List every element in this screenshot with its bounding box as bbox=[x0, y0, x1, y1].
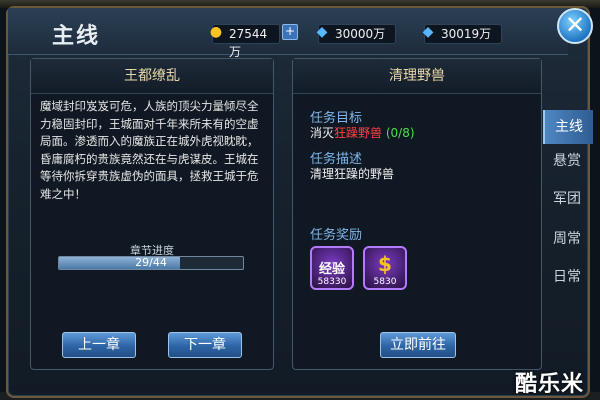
bound-diamond-value: 30000万 bbox=[335, 27, 386, 41]
objective-target: 狂躁野兽 bbox=[334, 126, 383, 140]
tab-weekly[interactable]: 周常 bbox=[543, 222, 591, 256]
chapter-story: 魔域封印岌岌可危，人族的顶尖力量倾尽全力稳固封印，王城面对千年来所未有的空虚局面… bbox=[40, 99, 259, 201]
chapter-title: 王都缭乱 bbox=[31, 59, 273, 94]
tab-bounty[interactable]: 悬赏 bbox=[543, 144, 591, 178]
gold-resource: ● 27544万 bbox=[210, 24, 280, 59]
exp-icon: 经验 bbox=[318, 262, 345, 277]
objective-count: (0/8) bbox=[385, 126, 415, 140]
reward-exp-count: 58330 bbox=[317, 277, 347, 287]
objective-text: 消灭狂躁野兽 (0/8) bbox=[310, 124, 415, 141]
gold-coin-icon: ● bbox=[209, 24, 223, 40]
quest-panel: 清理野兽 bbox=[292, 58, 542, 370]
objective-prefix: 消灭 bbox=[310, 126, 335, 140]
gold-coin-icon: $ bbox=[378, 252, 392, 276]
prev-chapter-button[interactable]: 上一章 bbox=[62, 332, 136, 358]
tab-main[interactable]: 主线 bbox=[543, 110, 593, 144]
add-gold-button[interactable]: + bbox=[282, 24, 298, 40]
bound-diamond-resource: ◆ 30000万 bbox=[317, 24, 396, 44]
gold-value: 27544万 bbox=[229, 27, 268, 59]
reward-exp[interactable]: 经验 58330 bbox=[310, 246, 354, 290]
diamond-icon: ◆ bbox=[422, 24, 434, 40]
close-icon: ✕ bbox=[564, 11, 586, 39]
tab-legion[interactable]: 军团 bbox=[543, 182, 591, 216]
reward-label: 任务奖励 bbox=[310, 228, 363, 243]
next-chapter-button[interactable]: 下一章 bbox=[168, 332, 242, 358]
tab-daily[interactable]: 日常 bbox=[543, 260, 591, 294]
watermark: 酷乐米 bbox=[515, 372, 585, 397]
window-title: 主线 bbox=[52, 24, 101, 49]
description-text: 清理狂躁的野兽 bbox=[310, 167, 395, 181]
diamond-value: 30019万 bbox=[441, 27, 492, 41]
reward-gold[interactable]: $ 5830 bbox=[363, 246, 407, 290]
close-button[interactable]: ✕ bbox=[557, 8, 593, 44]
bound-diamond-icon: ◆ bbox=[316, 24, 328, 40]
diamond-resource: ◆ 30019万 bbox=[423, 24, 502, 44]
chapter-progress-text: 29/44 bbox=[135, 256, 167, 269]
go-now-button[interactable]: 立即前往 bbox=[380, 332, 456, 358]
quest-title: 清理野兽 bbox=[293, 59, 541, 94]
reward-gold-count: 5830 bbox=[373, 277, 397, 287]
